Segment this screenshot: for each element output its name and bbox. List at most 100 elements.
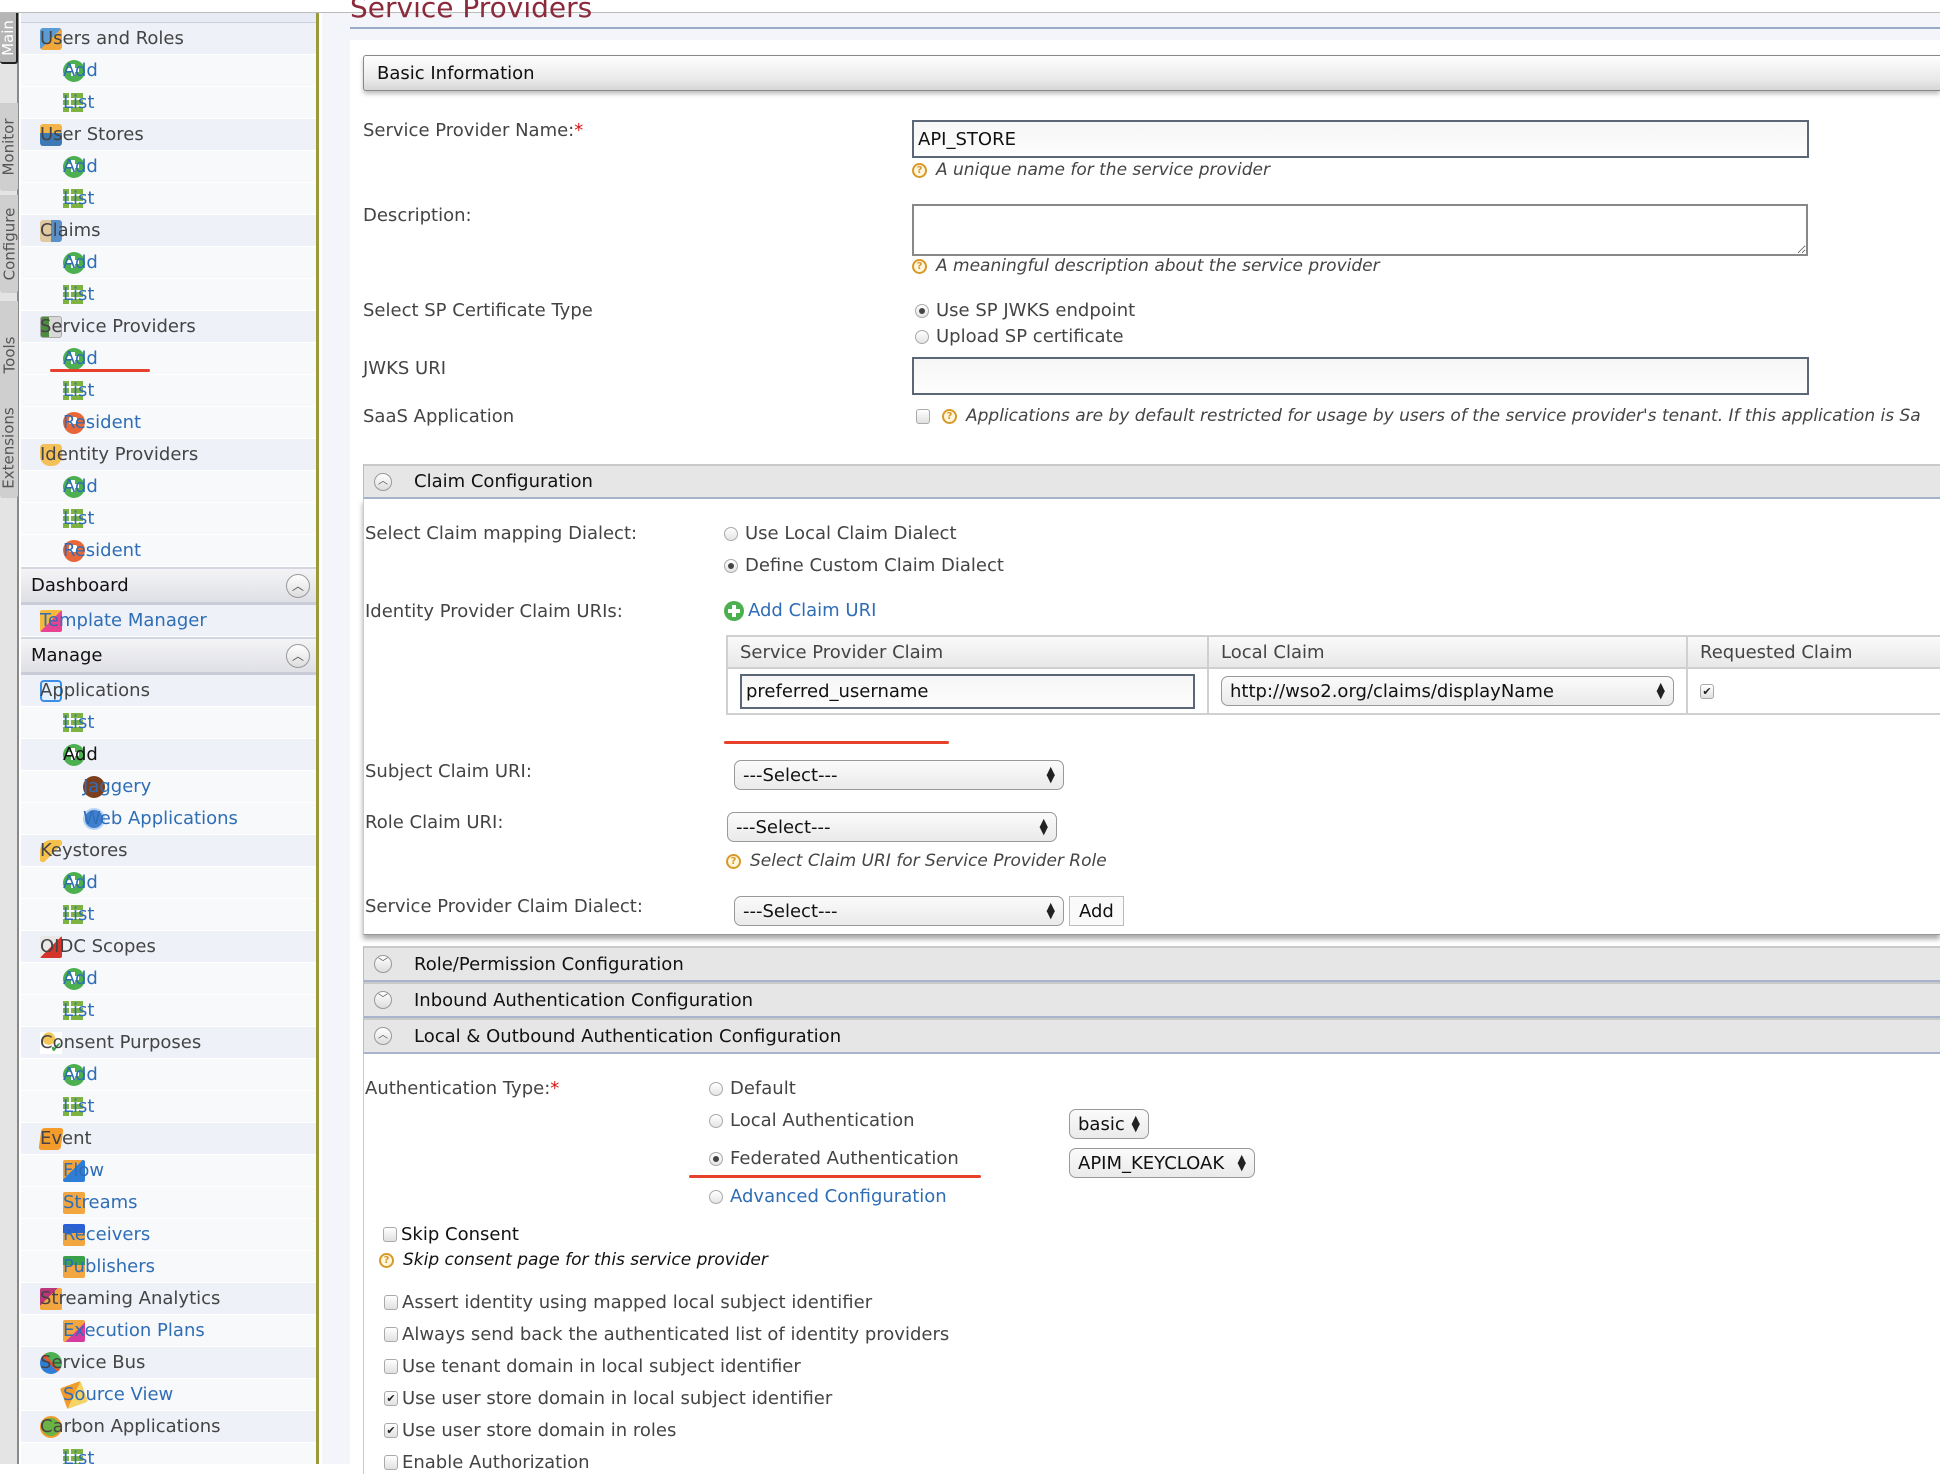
sidebar-item-list[interactable]: List bbox=[21, 995, 316, 1027]
dialect-option-local[interactable]: Use Local Claim Dialect bbox=[724, 523, 957, 544]
sidebar-section-manage[interactable]: Manage ︿ bbox=[21, 637, 316, 675]
sidebar-item-carbon-applications[interactable]: Carbon Applications bbox=[21, 1411, 316, 1443]
skip-consent-option[interactable]: Skip Consent bbox=[383, 1224, 519, 1245]
radio-button-selected[interactable] bbox=[709, 1151, 723, 1166]
requested-claim-checkbox[interactable]: ✔ bbox=[1700, 684, 1714, 699]
sidebar-item-streaming-analytics[interactable]: Streaming Analytics bbox=[21, 1283, 316, 1315]
sidebar-section-dashboard[interactable]: Dashboard ︿ bbox=[21, 567, 316, 605]
sidebar-item-add[interactable]: Add bbox=[21, 739, 316, 771]
radio-button[interactable] bbox=[724, 526, 738, 541]
radio-button[interactable] bbox=[709, 1081, 723, 1096]
sidebar-item-user-stores[interactable]: User Stores bbox=[21, 119, 316, 151]
dialect-option-custom[interactable]: Define Custom Claim Dialect bbox=[724, 555, 1004, 576]
sidebar-item-resident[interactable]: Resident bbox=[21, 535, 316, 567]
description-textarea[interactable] bbox=[912, 204, 1808, 256]
local-claim-select[interactable]: http://wso2.org/claims/displayName ▲ ▼ bbox=[1221, 676, 1674, 706]
federated-idp-select[interactable]: APIM_KEYCLOAK ▲ ▼ bbox=[1069, 1148, 1255, 1178]
sidebar-item-web-applications[interactable]: Web Applications bbox=[21, 803, 316, 835]
sidebar-item-receivers[interactable]: Receivers bbox=[21, 1219, 316, 1251]
sidebar-item-oidc-scopes[interactable]: OIDC Scopes bbox=[21, 931, 316, 963]
collapse-up-icon[interactable]: ︿ bbox=[374, 472, 392, 491]
sidebar-item-event[interactable]: Event bbox=[21, 1123, 316, 1155]
checkbox[interactable] bbox=[384, 1327, 398, 1342]
sidebar-item-add[interactable]: Add bbox=[21, 1059, 316, 1091]
auth-option-default[interactable]: Default bbox=[709, 1078, 796, 1099]
local-authenticator-select[interactable]: basic ▲ ▼ bbox=[1069, 1109, 1149, 1139]
radio-button[interactable] bbox=[915, 329, 929, 344]
option-userstore-domain-roles[interactable]: ✔ Use user store domain in roles bbox=[384, 1420, 676, 1441]
role-claim-select[interactable]: ---Select--- ▲ ▼ bbox=[727, 812, 1057, 842]
sidebar-item-add[interactable]: Add bbox=[21, 247, 316, 279]
sidebar-item-list[interactable]: List bbox=[21, 183, 316, 215]
sidebar-item-execution-plans[interactable]: Execution Plans bbox=[21, 1315, 316, 1347]
tab-extensions[interactable]: Extensions bbox=[0, 398, 18, 498]
sidebar-item-publishers[interactable]: Publishers bbox=[21, 1251, 316, 1283]
saas-checkbox[interactable] bbox=[916, 408, 930, 424]
sidebar-item-jaggery[interactable]: Jaggery bbox=[21, 771, 316, 803]
tab-configure[interactable]: Configure bbox=[0, 195, 18, 293]
sp-claim-input[interactable] bbox=[740, 673, 1195, 709]
sidebar-item-keystores[interactable]: Keystores bbox=[21, 835, 316, 867]
option-assert-identity[interactable]: Assert identity using mapped local subje… bbox=[384, 1292, 872, 1313]
option-userstore-domain-subject[interactable]: ✔ Use user store domain in local subject … bbox=[384, 1388, 832, 1409]
sidebar-item-consent-purposes[interactable]: Consent Purposes bbox=[21, 1027, 316, 1059]
radio-button-selected[interactable] bbox=[724, 558, 738, 573]
sidebar-item-list[interactable]: List bbox=[21, 279, 316, 311]
sidebar-item-add[interactable]: Add bbox=[21, 471, 316, 503]
cert-type-option-upload[interactable]: Upload SP certificate bbox=[915, 326, 1124, 347]
option-enable-authorization[interactable]: Enable Authorization bbox=[384, 1452, 590, 1473]
checkbox[interactable] bbox=[384, 1295, 398, 1310]
sidebar-item-add[interactable]: Add bbox=[21, 55, 316, 87]
collapse-up-icon[interactable]: ︿ bbox=[286, 573, 310, 598]
sidebar-item-service-bus[interactable]: Service Bus bbox=[21, 1347, 316, 1379]
sidebar-item-applications[interactable]: Applications bbox=[21, 675, 316, 707]
sp-claim-dialect-select[interactable]: ---Select--- ▲ ▼ bbox=[734, 896, 1064, 926]
auth-option-advanced[interactable]: Advanced Configuration bbox=[709, 1186, 947, 1207]
option-tenant-domain[interactable]: Use tenant domain in local subject ident… bbox=[384, 1356, 801, 1377]
collapse-up-icon[interactable]: ︿ bbox=[286, 643, 310, 668]
expand-down-icon[interactable]: ﹀ bbox=[374, 991, 392, 1009]
sidebar-item-list[interactable]: List bbox=[21, 503, 316, 535]
sidebar-item-identity-providers[interactable]: Identity Providers bbox=[21, 439, 316, 471]
claim-configuration-header[interactable]: ︿ Claim Configuration bbox=[363, 464, 1940, 499]
sidebar-item-source-view[interactable]: Source View bbox=[21, 1379, 316, 1411]
sidebar-item-list[interactable]: List bbox=[21, 899, 316, 931]
inbound-authentication-configuration-header[interactable]: ﹀ Inbound Authentication Configuration bbox=[363, 982, 1940, 1018]
radio-button-selected[interactable] bbox=[915, 303, 929, 318]
expand-down-icon[interactable]: ﹀ bbox=[374, 955, 392, 973]
sidebar-item-resident[interactable]: Resident bbox=[21, 407, 316, 439]
role-permission-configuration-header[interactable]: ﹀ Role/Permission Configuration bbox=[363, 946, 1940, 982]
tab-tools[interactable]: Tools bbox=[0, 301, 18, 409]
tab-monitor[interactable]: Monitor bbox=[0, 103, 18, 191]
sp-name-input[interactable] bbox=[912, 120, 1809, 158]
sidebar-item-add[interactable]: Add bbox=[21, 151, 316, 183]
sidebar-item-add[interactable]: Add bbox=[21, 867, 316, 899]
sidebar-item-list[interactable]: List bbox=[21, 87, 316, 119]
option-send-back-idps[interactable]: Always send back the authenticated list … bbox=[384, 1324, 949, 1345]
skip-consent-checkbox[interactable] bbox=[383, 1227, 397, 1242]
sidebar-item-service-providers[interactable]: Service Providers bbox=[21, 311, 316, 343]
jwks-uri-input[interactable] bbox=[912, 357, 1809, 395]
radio-button[interactable] bbox=[709, 1113, 723, 1128]
checkbox-checked[interactable]: ✔ bbox=[384, 1391, 398, 1406]
sidebar-item-users-and-roles[interactable]: Users and Roles bbox=[21, 23, 316, 55]
sidebar-item-claims[interactable]: Claims bbox=[21, 215, 316, 247]
add-dialect-button[interactable]: Add bbox=[1069, 896, 1124, 926]
tab-main[interactable]: Main bbox=[0, 13, 18, 64]
subject-claim-select[interactable]: ---Select--- ▲ ▼ bbox=[734, 760, 1064, 790]
sidebar-item-streams[interactable]: Streams bbox=[21, 1187, 316, 1219]
add-claim-uri-link[interactable]: Add Claim URI bbox=[724, 600, 876, 621]
sidebar-item-template-manager[interactable]: Template Manager bbox=[21, 605, 316, 637]
local-outbound-authentication-header[interactable]: ︿ Local & Outbound Authentication Config… bbox=[363, 1018, 1940, 1054]
sidebar-item-list[interactable]: List bbox=[21, 707, 316, 739]
collapse-up-icon[interactable]: ︿ bbox=[374, 1027, 392, 1045]
checkbox-checked[interactable]: ✔ bbox=[384, 1423, 398, 1438]
auth-option-local[interactable]: Local Authentication bbox=[709, 1110, 915, 1131]
checkbox[interactable] bbox=[384, 1455, 398, 1470]
sidebar-item-add[interactable]: Add bbox=[21, 963, 316, 995]
auth-option-federated[interactable]: Federated Authentication bbox=[709, 1148, 959, 1169]
radio-button[interactable] bbox=[709, 1189, 723, 1204]
cert-type-option-jwks[interactable]: Use SP JWKS endpoint bbox=[915, 300, 1135, 321]
checkbox[interactable] bbox=[384, 1359, 398, 1374]
sidebar-item-list[interactable]: List bbox=[21, 1443, 316, 1464]
